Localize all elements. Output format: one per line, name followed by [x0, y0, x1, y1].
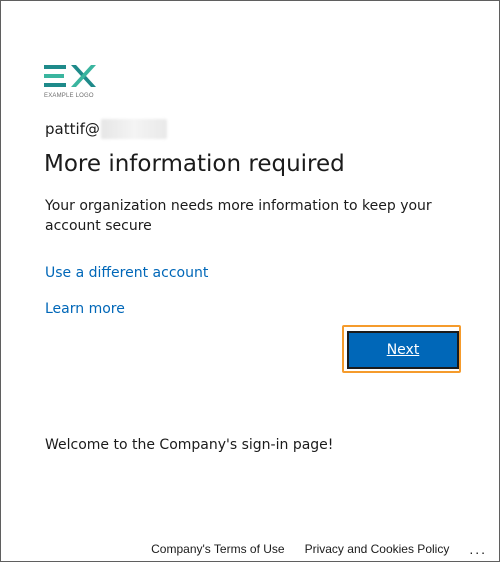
privacy-policy-link[interactable]: Privacy and Cookies Policy: [305, 542, 450, 556]
email-prefix: pattif@: [45, 120, 100, 138]
page-title: More information required: [44, 151, 345, 177]
account-identity: pattif@: [45, 119, 167, 139]
redacted-email-domain: [100, 119, 167, 139]
logo-caption: EXAMPLE LOGO: [44, 93, 94, 99]
welcome-text: Welcome to the Company's sign-in page!: [45, 437, 334, 453]
company-logo: EXAMPLE LOGO: [44, 63, 98, 103]
use-different-account-link[interactable]: Use a different account: [45, 265, 208, 281]
sign-in-card: EXAMPLE LOGO pattif@ More information re…: [0, 0, 500, 562]
terms-of-use-link[interactable]: Company's Terms of Use: [151, 542, 284, 556]
description-text: Your organization needs more information…: [45, 198, 432, 234]
more-options-icon[interactable]: ...: [469, 541, 487, 557]
next-button[interactable]: Next: [347, 331, 459, 369]
footer: Company's Terms of Use Privacy and Cooki…: [1, 541, 499, 557]
ex-logo-icon: [44, 65, 96, 87]
learn-more-link[interactable]: Learn more: [45, 301, 125, 317]
